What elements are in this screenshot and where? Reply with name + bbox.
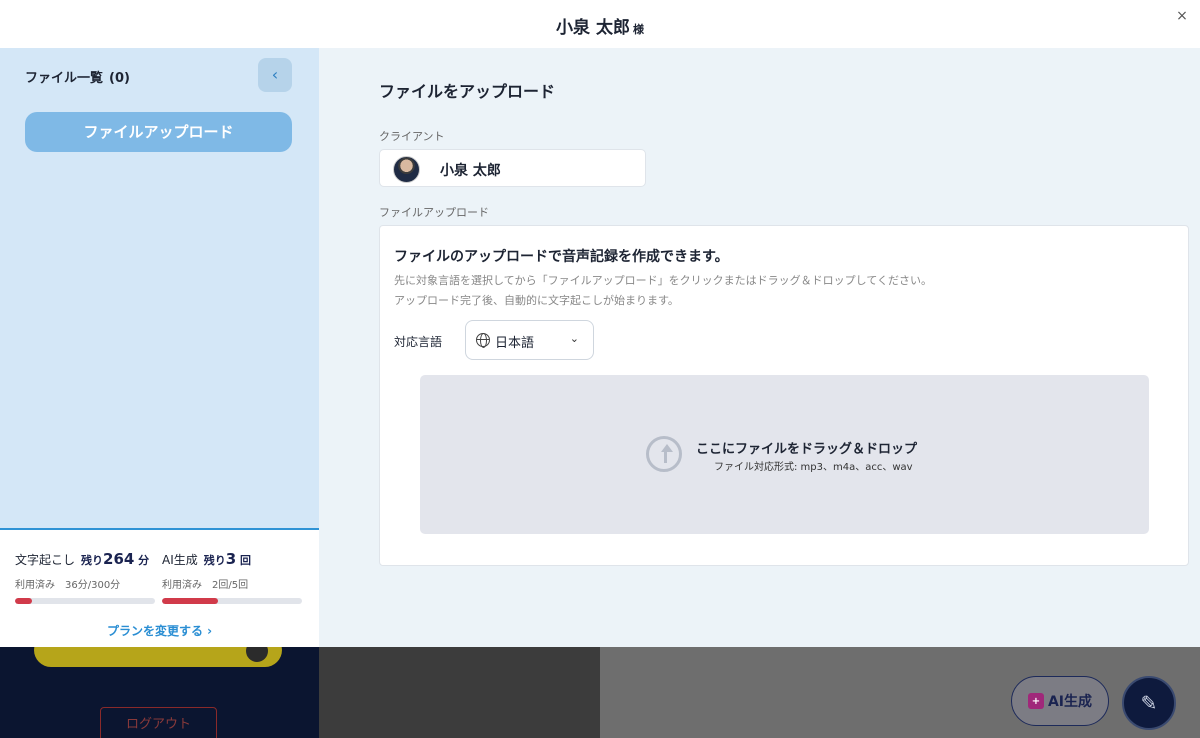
pen-icon: ✎	[1140, 691, 1158, 715]
card-note: アップロード完了後、自動的に文字起こしが始まります。	[394, 294, 679, 307]
language-label: 対応言語	[394, 335, 443, 349]
transcription-usage: 文字起こし 残り264 分 利用済み 36分/300分	[15, 550, 155, 604]
file-dropzone[interactable]: ここにファイルをドラッグ＆ドロップ ファイル対応形式: mp3、m4a、acc、…	[420, 375, 1149, 534]
transcription-progress-fill	[15, 598, 32, 604]
remaining-prefix: 残り	[203, 554, 226, 567]
upload-main: ファイルをアップロード クライアント 小泉 太郎 ファイルアップロード ファイル…	[319, 48, 1200, 647]
transcription-used: 利用済み 36分/300分	[15, 580, 121, 591]
globe-icon	[476, 333, 490, 348]
language-select[interactable]: 日本語 ⌄	[465, 320, 594, 360]
collapse-sidebar-button[interactable]: ‹	[258, 58, 292, 92]
chevron-down-icon: ⌄	[569, 332, 579, 345]
file-count: (0)	[109, 71, 130, 86]
card-title: ファイルのアップロードで音声記録を作成できます。	[394, 249, 729, 265]
file-list-title: ファイル一覧 (0)	[25, 67, 130, 86]
ai-used: 利用済み 2回/5回	[162, 580, 249, 591]
ai-generate-label: AI生成	[1047, 694, 1093, 710]
modal-header: 小泉 太郎様 ×	[0, 0, 1200, 48]
file-upload-label: ファイルアップロード	[379, 206, 489, 219]
ai-label: AI生成	[162, 553, 198, 567]
client-selector[interactable]: 小泉 太郎	[379, 149, 646, 187]
transcription-remaining: 残り264 分	[81, 550, 149, 568]
dropzone-formats: ファイル対応形式: mp3、m4a、acc、wav	[714, 462, 913, 473]
remaining-unit: 回	[240, 554, 252, 567]
file-list-label: ファイル一覧	[25, 71, 104, 86]
background-sidebar: ログアウト	[0, 633, 319, 738]
close-icon[interactable]: ×	[1172, 6, 1192, 26]
ai-progress-fill	[162, 598, 218, 604]
customer-name: 小泉 太郎	[556, 18, 630, 38]
client-name: 小泉 太郎	[440, 163, 501, 179]
background-app: ログアウト + AI生成 ✎	[0, 633, 1200, 738]
chevron-left-icon: ‹	[271, 65, 279, 84]
page-title: ファイルをアップロード	[379, 82, 556, 101]
avatar	[393, 156, 420, 183]
modal-title: 小泉 太郎様	[0, 13, 1200, 38]
ai-progress-bar	[162, 598, 302, 604]
edit-fab-button[interactable]: ✎	[1122, 676, 1176, 730]
transcription-progress-bar	[15, 598, 155, 604]
background-panel	[319, 647, 600, 738]
upload-arrow-icon	[646, 436, 682, 472]
transcription-label: 文字起こし	[15, 553, 76, 567]
language-value: 日本語	[495, 336, 535, 351]
remaining-value: 264	[103, 550, 135, 568]
honorific: 様	[632, 23, 644, 36]
remaining-unit: 分	[138, 554, 150, 567]
ai-usage: AI生成 残り3 回 利用済み 2回/5回	[162, 550, 302, 604]
upload-modal: 小泉 太郎様 × ファイル一覧 (0) ‹ ファイルアップロード 文字起こし 残り…	[0, 0, 1200, 647]
change-plan-link[interactable]: プランを変更する ›	[0, 622, 319, 639]
remaining-value: 3	[225, 550, 237, 568]
client-label: クライアント	[379, 130, 445, 143]
ai-sparkle-icon: +	[1027, 693, 1044, 709]
remaining-prefix: 残り	[81, 554, 104, 567]
file-list-sidebar: ファイル一覧 (0) ‹ ファイルアップロード 文字起こし 残り264 分 利用済…	[0, 48, 319, 647]
upload-card: ファイルのアップロードで音声記録を作成できます。 先に対象言語を選択してから「フ…	[379, 225, 1189, 566]
file-upload-button[interactable]: ファイルアップロード	[25, 112, 292, 152]
ai-remaining: 残り3 回	[204, 550, 251, 568]
ai-generate-button[interactable]: + AI生成	[1011, 676, 1109, 726]
dropzone-title: ここにファイルをドラッグ＆ドロップ	[696, 442, 918, 457]
card-description: 先に対象言語を選択してから「ファイルアップロード」をクリックまたはドラッグ＆ドロ…	[394, 274, 933, 287]
logout-button[interactable]: ログアウト	[100, 707, 217, 738]
background-content	[600, 647, 1200, 738]
usage-panel: 文字起こし 残り264 分 利用済み 36分/300分 AI生成 残り3 回 利…	[0, 528, 319, 647]
